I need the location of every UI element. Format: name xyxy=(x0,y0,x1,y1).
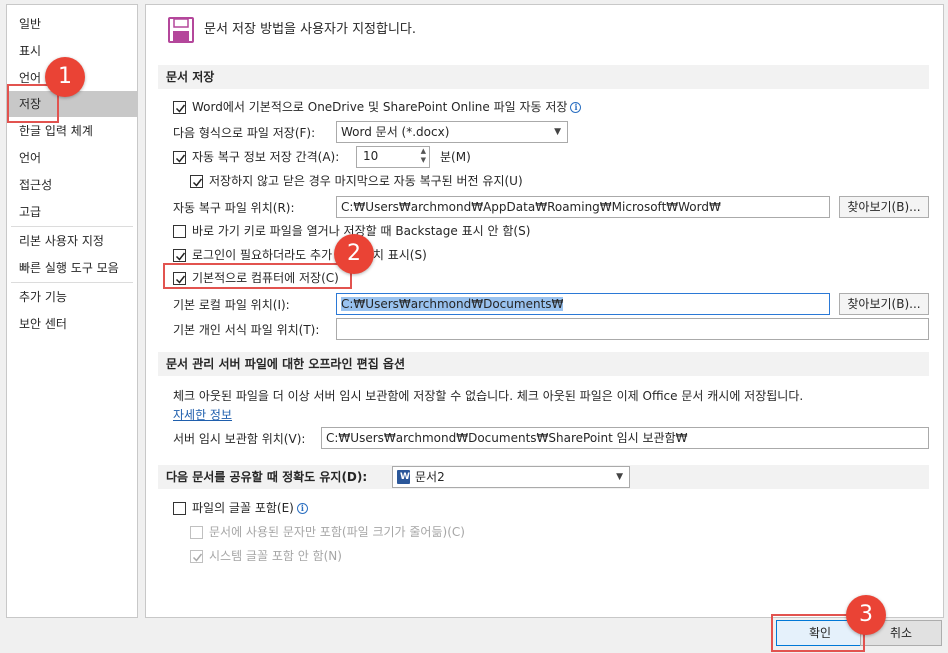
options-sidebar: 일반 표시 언어 저장 한글 입력 체계 언어 접근성 고급 리본 사용자 지정… xyxy=(6,4,138,618)
autorecover-minutes-spinner[interactable]: 10 ▲ ▼ xyxy=(356,146,430,168)
info-icon: i xyxy=(296,503,308,514)
sidebar-item-addins[interactable]: 추가 기능 xyxy=(7,284,137,310)
fidelity-document-select[interactable]: W 문서2 ▼ xyxy=(392,466,630,488)
more-info-link[interactable]: 자세한 정보 xyxy=(173,407,232,423)
save-to-computer-label[interactable]: 기본적으로 컴퓨터에 저장(C) xyxy=(192,270,339,286)
embed-used-chars-label: 문서에 사용된 문자만 포함(파일 크기가 줄어듦)(C) xyxy=(209,525,465,539)
no-system-fonts-checkbox xyxy=(190,550,203,563)
word-document-icon: W xyxy=(397,470,410,484)
no-system-fonts-label: 시스템 글꼴 포함 안 함(N) xyxy=(209,549,342,563)
section-header-offline: 문서 관리 서버 파일에 대한 오프라인 편집 옵션 xyxy=(158,352,929,376)
format-label: 다음 형식으로 파일 저장(F): xyxy=(173,126,316,140)
onedrive-autosave-checkbox[interactable] xyxy=(173,101,186,114)
autorecover-minutes-value: 10 xyxy=(363,149,379,163)
chevron-down-icon: ▼ xyxy=(554,127,561,137)
drafts-location-label: 서버 임시 보관함 위치(V): xyxy=(173,432,306,446)
step-badge-2: 2 xyxy=(334,234,374,274)
save-format-value: Word 문서 (*.docx) xyxy=(341,125,450,139)
autorecover-location-input[interactable]: C:₩Users₩archmond₩AppData₩Roaming₩Micros… xyxy=(336,196,830,218)
show-extra-locations-label[interactable]: 로그인이 필요하더라도 추가 저장 위치 표시(S) xyxy=(192,247,427,263)
browse-local-button[interactable]: 찾아보기(B)... xyxy=(839,293,929,315)
sidebar-item-customize-ribbon[interactable]: 리본 사용자 지정 xyxy=(7,228,137,254)
no-backstage-checkbox[interactable] xyxy=(173,225,186,238)
chevron-down-icon: ▼ xyxy=(616,472,623,482)
autorecover-checkbox[interactable] xyxy=(173,151,186,164)
section-header-save: 문서 저장 xyxy=(158,65,929,89)
keep-last-autosaved-label[interactable]: 저장하지 않고 닫은 경우 마지막으로 자동 복구된 버전 유지(U) xyxy=(209,173,523,189)
minutes-label: 분(M) xyxy=(440,150,471,164)
onedrive-autosave-label[interactable]: Word에서 기본적으로 OneDrive 및 SharePoint Onlin… xyxy=(192,99,582,115)
sidebar-divider xyxy=(11,282,133,283)
sidebar-item-general[interactable]: 일반 xyxy=(7,11,137,37)
embed-fonts-checkbox[interactable] xyxy=(173,502,186,515)
sidebar-item-accessibility[interactable]: 접근성 xyxy=(7,172,137,198)
template-location-label: 기본 개인 서식 파일 위치(T): xyxy=(173,323,320,337)
local-location-label: 기본 로컬 파일 위치(I): xyxy=(173,298,290,312)
drafts-location-input[interactable]: C:₩Users₩archmond₩Documents₩SharePoint 임… xyxy=(321,427,929,449)
save-options-panel: 문서 저장 방법을 사용자가 지정합니다. 문서 저장 Word에서 기본적으로… xyxy=(145,4,944,618)
keep-last-autosaved-checkbox[interactable] xyxy=(190,175,203,188)
browse-autorecover-button[interactable]: 찾아보기(B)... xyxy=(839,196,929,218)
embed-fonts-label[interactable]: 파일의 글꼴 포함(E) i xyxy=(192,500,308,516)
spinner-arrows-icon[interactable]: ▲ ▼ xyxy=(421,147,426,165)
step-badge-1: 1 xyxy=(45,57,85,97)
sidebar-item-trust-center[interactable]: 보안 센터 xyxy=(7,311,137,337)
sidebar-item-korean-input[interactable]: 한글 입력 체계 xyxy=(7,118,137,144)
sidebar-item-quick-access[interactable]: 빠른 실행 도구 모음 xyxy=(7,255,137,281)
save-format-select[interactable]: Word 문서 (*.docx) ▼ xyxy=(336,121,568,143)
show-extra-locations-checkbox[interactable] xyxy=(173,249,186,262)
sidebar-item-language[interactable]: 언어 xyxy=(7,145,137,171)
page-title: 문서 저장 방법을 사용자가 지정합니다. xyxy=(204,22,417,37)
fidelity-document-value: 문서2 xyxy=(415,470,445,484)
step-badge-3: 3 xyxy=(846,595,886,635)
floppy-disk-icon xyxy=(168,17,194,43)
autorecover-label[interactable]: 자동 복구 정보 저장 간격(A): xyxy=(192,149,339,165)
local-location-value: C:₩Users₩archmond₩Documents₩ xyxy=(341,297,564,311)
autorecover-location-label: 자동 복구 파일 위치(R): xyxy=(173,201,295,215)
sidebar-item-advanced[interactable]: 고급 xyxy=(7,199,137,225)
offline-info-text: 체크 아웃된 파일을 더 이상 서버 임시 보관함에 저장할 수 없습니다. 체… xyxy=(173,389,804,403)
save-to-computer-checkbox[interactable] xyxy=(173,272,186,285)
template-location-input[interactable] xyxy=(336,318,929,340)
sidebar-divider xyxy=(11,226,133,227)
info-icon: i xyxy=(570,102,582,113)
embed-used-chars-checkbox xyxy=(190,526,203,539)
local-location-input[interactable]: C:₩Users₩archmond₩Documents₩ xyxy=(336,293,830,315)
